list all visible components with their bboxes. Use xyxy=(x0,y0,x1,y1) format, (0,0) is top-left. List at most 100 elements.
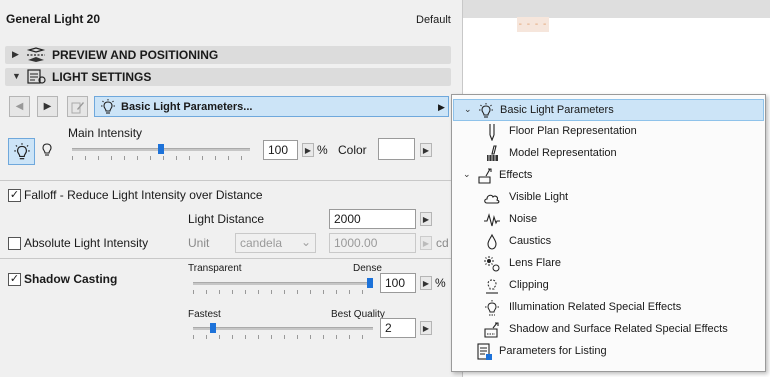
chevron-right-icon: ▶ xyxy=(12,49,19,59)
light-distance-input[interactable]: 2000 xyxy=(329,209,416,229)
menu-item-label: Effects xyxy=(499,169,533,181)
floor-plan-icon xyxy=(489,124,495,141)
effects-icon xyxy=(478,168,492,184)
dense-label: Dense xyxy=(353,263,382,274)
panel-title: General Light 20 xyxy=(6,12,101,26)
pencil-icon xyxy=(71,101,84,113)
page-selector-menu: ⌄ Basic Light Parameters Floor Plan Repr… xyxy=(451,94,766,372)
bulb-icon xyxy=(101,99,115,114)
light-settings-icon xyxy=(27,69,46,84)
unit-select[interactable]: candela ⌄ xyxy=(235,233,316,253)
absolute-intensity-label: Absolute Light Intensity xyxy=(24,236,149,250)
chevron-down-icon: ⌄ xyxy=(463,169,471,179)
absolute-intensity-checkbox[interactable] xyxy=(8,237,21,250)
page-selector-label: Basic Light Parameters... xyxy=(121,101,253,113)
main-intensity-label: Main Intensity xyxy=(68,126,143,140)
menu-item-label: Parameters for Listing xyxy=(499,345,607,357)
canvas-marker: - - - - xyxy=(517,17,549,32)
menu-item-label: Basic Light Parameters xyxy=(500,104,614,116)
canvas-header xyxy=(463,0,770,18)
menu-item-label: Caustics xyxy=(509,235,552,247)
menu-item-label: Model Representation xyxy=(509,147,617,159)
slider-thumb[interactable] xyxy=(210,323,216,333)
main-intensity-slider[interactable] xyxy=(72,144,250,160)
shadow-casting-label: Shadow Casting xyxy=(24,272,118,286)
chevron-down-icon: ▼ xyxy=(12,71,21,81)
menu-item-visible-light[interactable]: Visible Light xyxy=(453,187,764,209)
absolute-value-input[interactable]: 1000.00 xyxy=(329,233,416,253)
clipping-icon xyxy=(486,279,498,294)
menu-item-lens-flare[interactable]: Lens Flare xyxy=(453,253,764,275)
fastest-label: Fastest xyxy=(188,309,221,320)
menu-item-label: Clipping xyxy=(509,279,549,291)
menu-item-shadow-surface-special-effects[interactable]: Shadow and Surface Related Special Effec… xyxy=(453,319,764,341)
section-light-settings[interactable]: ▼ LIGHT SETTINGS xyxy=(5,68,451,86)
menu-item-floor-plan-representation[interactable]: Floor Plan Representation xyxy=(453,121,764,143)
main-intensity-input[interactable]: 100 xyxy=(263,140,298,160)
unit-select-value: candela xyxy=(240,236,283,250)
shadow-quality-stepper[interactable]: ▶ xyxy=(420,321,432,335)
edit-page-button[interactable] xyxy=(67,96,88,117)
next-page-button[interactable]: ▶ xyxy=(37,96,58,117)
color-swatch[interactable] xyxy=(378,138,415,160)
section-label: PREVIEW AND POSITIONING xyxy=(52,48,219,62)
menu-item-label: Noise xyxy=(509,213,538,225)
shadow-quality-slider[interactable] xyxy=(193,323,373,340)
main-intensity-stepper[interactable]: ▶ xyxy=(302,143,314,157)
light-distance-stepper[interactable]: ▶ xyxy=(420,212,432,226)
menu-item-clipping[interactable]: Clipping xyxy=(453,275,764,297)
chevron-right-icon: ▶ xyxy=(438,102,445,112)
menu-item-illumination-special-effects[interactable]: Illumination Related Special Effects xyxy=(453,297,764,319)
shadow-density-slider[interactable] xyxy=(193,278,373,295)
menu-item-label: Lens Flare xyxy=(509,257,561,269)
transparent-label: Transparent xyxy=(188,263,242,274)
cloud-icon xyxy=(484,194,500,204)
slider-thumb[interactable] xyxy=(367,278,373,288)
light-distance-label: Light Distance xyxy=(188,212,265,226)
shadow-density-unit: % xyxy=(435,276,446,290)
light-on-toggle[interactable] xyxy=(8,138,35,165)
menu-item-label: Shadow and Surface Related Special Effec… xyxy=(509,323,728,335)
color-picker-button[interactable]: ▶ xyxy=(420,143,432,157)
illumination-icon xyxy=(485,300,499,316)
main-intensity-unit: % xyxy=(317,143,328,157)
slider-thumb[interactable] xyxy=(158,144,164,154)
light-off-toggle[interactable] xyxy=(38,140,58,162)
absolute-value-stepper[interactable]: ▶ xyxy=(420,236,432,250)
prev-page-button[interactable]: ◀ xyxy=(9,96,30,117)
menu-item-label: Illumination Related Special Effects xyxy=(509,301,682,313)
shadow-quality-input[interactable]: 2 xyxy=(380,318,416,338)
section-label: LIGHT SETTINGS xyxy=(52,70,152,84)
falloff-checkbox[interactable]: ✓ xyxy=(8,189,21,202)
menu-item-basic-light-parameters[interactable]: ⌄ Basic Light Parameters xyxy=(453,99,764,121)
chevron-down-icon: ⌄ xyxy=(300,235,311,249)
menu-item-model-representation[interactable]: Model Representation xyxy=(453,143,764,165)
menu-item-label: Floor Plan Representation xyxy=(509,125,637,137)
lens-flare-icon xyxy=(484,256,500,272)
brush-icon xyxy=(487,145,498,161)
menu-item-label: Visible Light xyxy=(509,191,569,203)
listing-icon xyxy=(477,343,492,360)
absolute-value-unit: cd xyxy=(436,236,449,250)
bulb-on-icon xyxy=(14,143,30,160)
shadow-density-stepper[interactable]: ▶ xyxy=(420,276,432,290)
shadow-surface-icon xyxy=(484,322,499,338)
page-selector-dropdown[interactable]: Basic Light Parameters... ▶ xyxy=(94,96,449,117)
shadow-density-input[interactable]: 100 xyxy=(380,273,416,293)
noise-icon xyxy=(484,213,500,227)
best-quality-label: Best Quality xyxy=(331,309,385,320)
bulb-off-icon xyxy=(42,143,52,156)
menu-item-parameters-for-listing[interactable]: Parameters for Listing xyxy=(453,341,764,363)
settings-panel: General Light 20 Default ▶ PREVIEW AND P… xyxy=(0,0,463,377)
menu-item-effects[interactable]: ⌄ Effects xyxy=(453,165,764,187)
menu-item-caustics[interactable]: Caustics xyxy=(453,231,764,253)
falloff-label: Falloff - Reduce Light Intensity over Di… xyxy=(24,188,263,202)
default-label[interactable]: Default xyxy=(416,13,451,27)
menu-item-noise[interactable]: Noise xyxy=(453,209,764,231)
preview-icon xyxy=(26,47,46,62)
section-preview-and-positioning[interactable]: ▶ PREVIEW AND POSITIONING xyxy=(5,46,451,64)
bulb-icon xyxy=(479,103,493,118)
drop-icon xyxy=(487,233,497,250)
chevron-down-icon: ⌄ xyxy=(464,104,472,114)
shadow-casting-checkbox[interactable]: ✓ xyxy=(8,273,21,286)
